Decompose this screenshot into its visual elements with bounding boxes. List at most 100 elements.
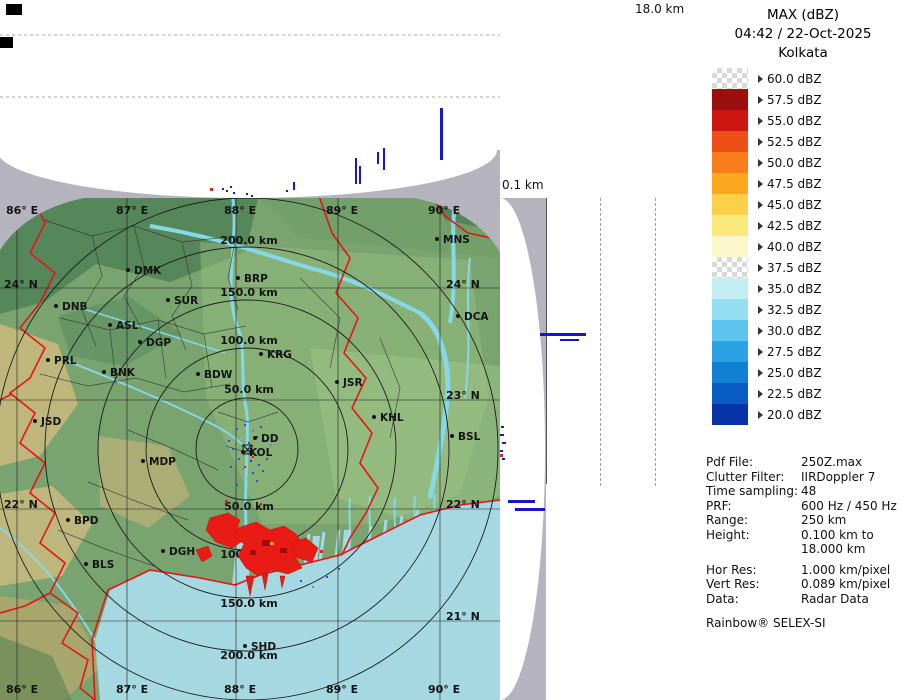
city-label: JSD xyxy=(40,416,61,428)
longitude-label: 88° E xyxy=(224,204,256,217)
city-dot xyxy=(126,268,130,272)
info-row: Hor Res:1.000 km/pixel xyxy=(706,563,904,578)
scale-row: 57.5 dBZ xyxy=(712,89,822,110)
city-dot xyxy=(435,237,439,241)
side-axis-label: 0.1 km xyxy=(502,178,544,192)
scale-tick-icon xyxy=(758,117,763,125)
city-label: BPD xyxy=(74,515,99,527)
city-label: DCA xyxy=(464,311,489,323)
info-row: 18.000 km xyxy=(706,542,904,557)
city-dot xyxy=(84,562,88,566)
scale-tick-icon xyxy=(758,96,763,104)
scale-tick-icon xyxy=(758,306,763,314)
info-row: Vert Res:0.089 km/pixel xyxy=(706,577,904,592)
product-info-block: Pdf File:250Z.maxClutter Filter:IIRDoppl… xyxy=(706,455,904,606)
scale-label: 45.0 dBZ xyxy=(767,198,822,212)
longitude-label: 87° E xyxy=(116,683,148,696)
range-ring-label: 50.0 km xyxy=(224,500,274,513)
longitude-label: 88° E xyxy=(224,683,256,696)
scale-label: 30.0 dBZ xyxy=(767,324,822,338)
info-key: PRF: xyxy=(706,499,801,514)
info-value: 250Z.max xyxy=(801,455,862,470)
range-ring-label: 150.0 km xyxy=(220,597,277,610)
scale-swatch xyxy=(712,341,748,362)
legend-footer: Rainbow® SELEX-SI xyxy=(706,616,826,630)
scale-label: 20.0 dBZ xyxy=(767,408,822,422)
city-label: MNS xyxy=(443,234,470,246)
city-label: DGP xyxy=(146,337,171,349)
legend-title: MAX (dBZ) xyxy=(700,6,906,25)
city-dot xyxy=(54,304,58,308)
scale-row: 25.0 dBZ xyxy=(712,362,822,383)
info-row: Clutter Filter:IIRDoppler 7 xyxy=(706,470,904,485)
city-dot xyxy=(335,380,339,384)
longitude-label: 90° E xyxy=(428,204,460,217)
scale-row: 32.5 dBZ xyxy=(712,299,822,320)
legend-timestamp: 04:42 / 22-Oct-2025 xyxy=(700,25,906,44)
scale-label: 47.5 dBZ xyxy=(767,177,822,191)
scale-label: 27.5 dBZ xyxy=(767,345,822,359)
info-key: Time sampling: xyxy=(706,484,801,499)
scale-label: 35.0 dBZ xyxy=(767,282,822,296)
scale-label: 55.0 dBZ xyxy=(767,114,822,128)
city-label: BNK xyxy=(110,367,136,379)
scale-label: 52.5 dBZ xyxy=(767,135,822,149)
scale-row: 52.5 dBZ xyxy=(712,131,822,152)
scale-tick-icon xyxy=(758,159,763,167)
info-row: Data:Radar Data xyxy=(706,592,904,607)
latitude-label: 22° N xyxy=(446,498,480,511)
scale-swatch xyxy=(712,278,748,299)
top-profile-panel xyxy=(0,0,500,198)
longitude-label: 89° E xyxy=(326,683,358,696)
info-row: Range:250 km xyxy=(706,513,904,528)
echo-mark xyxy=(560,339,579,341)
longitude-label: 86° E xyxy=(6,683,38,696)
scale-tick-icon xyxy=(758,180,763,188)
scale-label: 60.0 dBZ xyxy=(767,72,822,86)
city-dot xyxy=(456,314,460,318)
scale-tick-icon xyxy=(758,390,763,398)
echo-mark xyxy=(540,333,586,336)
latitude-label: 21° N xyxy=(446,610,480,623)
latitude-label: 24° N xyxy=(4,278,38,291)
scale-swatch xyxy=(712,236,748,257)
city-dot xyxy=(450,434,454,438)
scale-label: 40.0 dBZ xyxy=(767,240,822,254)
longitude-label: 89° E xyxy=(326,204,358,217)
city-dot xyxy=(102,370,106,374)
scale-row: 40.0 dBZ xyxy=(712,236,822,257)
scale-label: 32.5 dBZ xyxy=(767,303,822,317)
city-dot xyxy=(66,518,70,522)
latitude-label: 22° N xyxy=(4,498,38,511)
city-label: JSR xyxy=(342,377,363,389)
city-label: PRL xyxy=(54,355,77,367)
city-label: SUR xyxy=(174,295,198,307)
scale-label: 25.0 dBZ xyxy=(767,366,822,380)
info-value: IIRDoppler 7 xyxy=(801,470,875,485)
scale-row: 30.0 dBZ xyxy=(712,320,822,341)
info-row: Pdf File:250Z.max xyxy=(706,455,904,470)
color-scale: 60.0 dBZ57.5 dBZ55.0 dBZ52.5 dBZ50.0 dBZ… xyxy=(712,68,822,425)
info-key: Clutter Filter: xyxy=(706,470,801,485)
city-label: DMK xyxy=(134,265,162,277)
side-profile-panel xyxy=(500,198,546,700)
scale-swatch xyxy=(712,194,748,215)
scale-row: 35.0 dBZ xyxy=(712,278,822,299)
city-dot xyxy=(46,358,50,362)
city-dot xyxy=(108,323,112,327)
scale-tick-icon xyxy=(758,327,763,335)
scale-tick-icon xyxy=(758,75,763,83)
scale-swatch xyxy=(712,89,748,110)
city-dot xyxy=(241,450,245,454)
city-label: BLS xyxy=(92,559,114,571)
scale-row: 47.5 dBZ xyxy=(712,173,822,194)
longitude-label: 87° E xyxy=(116,204,148,217)
top-axis-label: 18.0 km xyxy=(635,2,684,16)
radar-map: 200.0 km150.0 km100.0 km50.0 km50.0 km10… xyxy=(0,198,500,700)
scale-row: 22.5 dBZ xyxy=(712,383,822,404)
info-value: 0.089 km/pixel xyxy=(801,577,890,592)
city-dot xyxy=(33,419,37,423)
height-gridline xyxy=(600,198,601,486)
axis-label-box xyxy=(6,4,22,15)
info-key: Pdf File: xyxy=(706,455,801,470)
